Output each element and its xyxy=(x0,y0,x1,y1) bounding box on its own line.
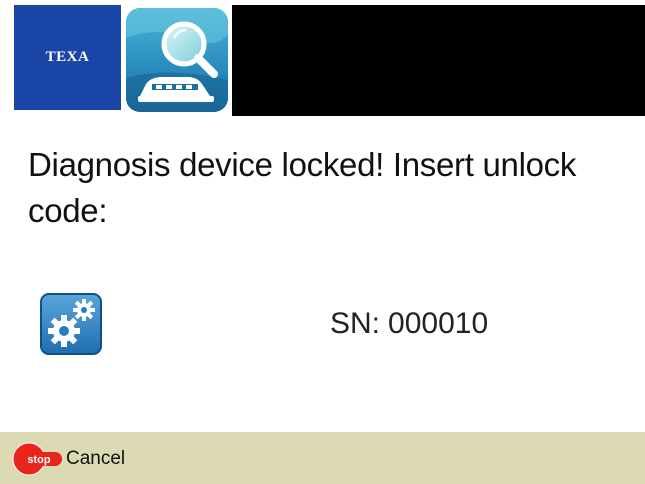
header-bar: TEXA xyxy=(0,0,645,122)
gears-icon xyxy=(40,293,102,355)
settings-button[interactable] xyxy=(40,293,102,355)
serial-number: SN: 000010 xyxy=(330,307,488,341)
texa-logo: TEXA xyxy=(14,5,123,110)
serial-number-label: SN: xyxy=(330,307,381,340)
locked-message: Diagnosis device locked! Insert unlock c… xyxy=(28,146,577,229)
unlock-screen: TEXA Diagnosis device locked! Insert unl… xyxy=(0,0,645,484)
stop-icon-text: stop xyxy=(27,454,51,466)
texa-logo-text: TEXA xyxy=(45,49,90,65)
app-icon-container xyxy=(122,5,232,116)
footer-bar: stop Cancel xyxy=(0,432,645,484)
serial-number-value: 000010 xyxy=(388,307,489,340)
header-black-panel xyxy=(232,5,645,116)
cancel-label: Cancel xyxy=(66,448,126,469)
vehicle-search-icon xyxy=(126,8,228,112)
stop-icon: stop xyxy=(12,442,64,476)
cancel-button[interactable]: stop Cancel xyxy=(12,441,125,477)
